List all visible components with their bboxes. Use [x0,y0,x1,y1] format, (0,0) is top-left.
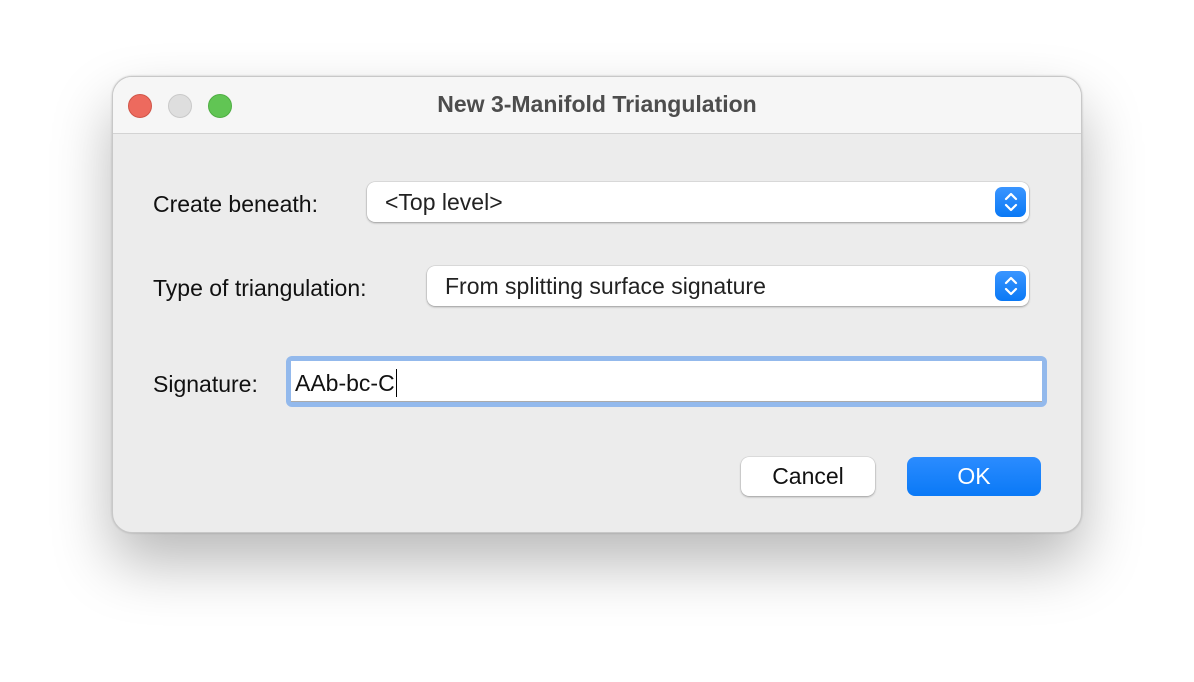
signature-label: Signature: [153,371,258,397]
text-caret [395,369,398,397]
create-beneath-label: Create beneath: [153,191,318,217]
signature-input[interactable]: AAb-bc-C [286,356,1047,407]
signature-value: AAb-bc-C [295,370,395,396]
create-beneath-select[interactable]: <Top level> [367,182,1029,222]
title-bar[interactable]: New 3-Manifold Triangulation [113,77,1081,134]
ok-button[interactable]: OK [907,457,1041,496]
window-title: New 3-Manifold Triangulation [437,91,757,117]
create-beneath-value: <Top level> [385,189,503,215]
dialog-window: New 3-Manifold Triangulation Create bene… [112,76,1082,533]
cancel-button[interactable]: Cancel [741,457,875,496]
type-select[interactable]: From splitting surface signature [427,266,1029,306]
chevron-up-down-icon [995,271,1026,301]
type-label: Type of triangulation: [153,275,367,301]
type-value: From splitting surface signature [445,273,766,299]
chevron-up-down-icon [995,187,1026,217]
